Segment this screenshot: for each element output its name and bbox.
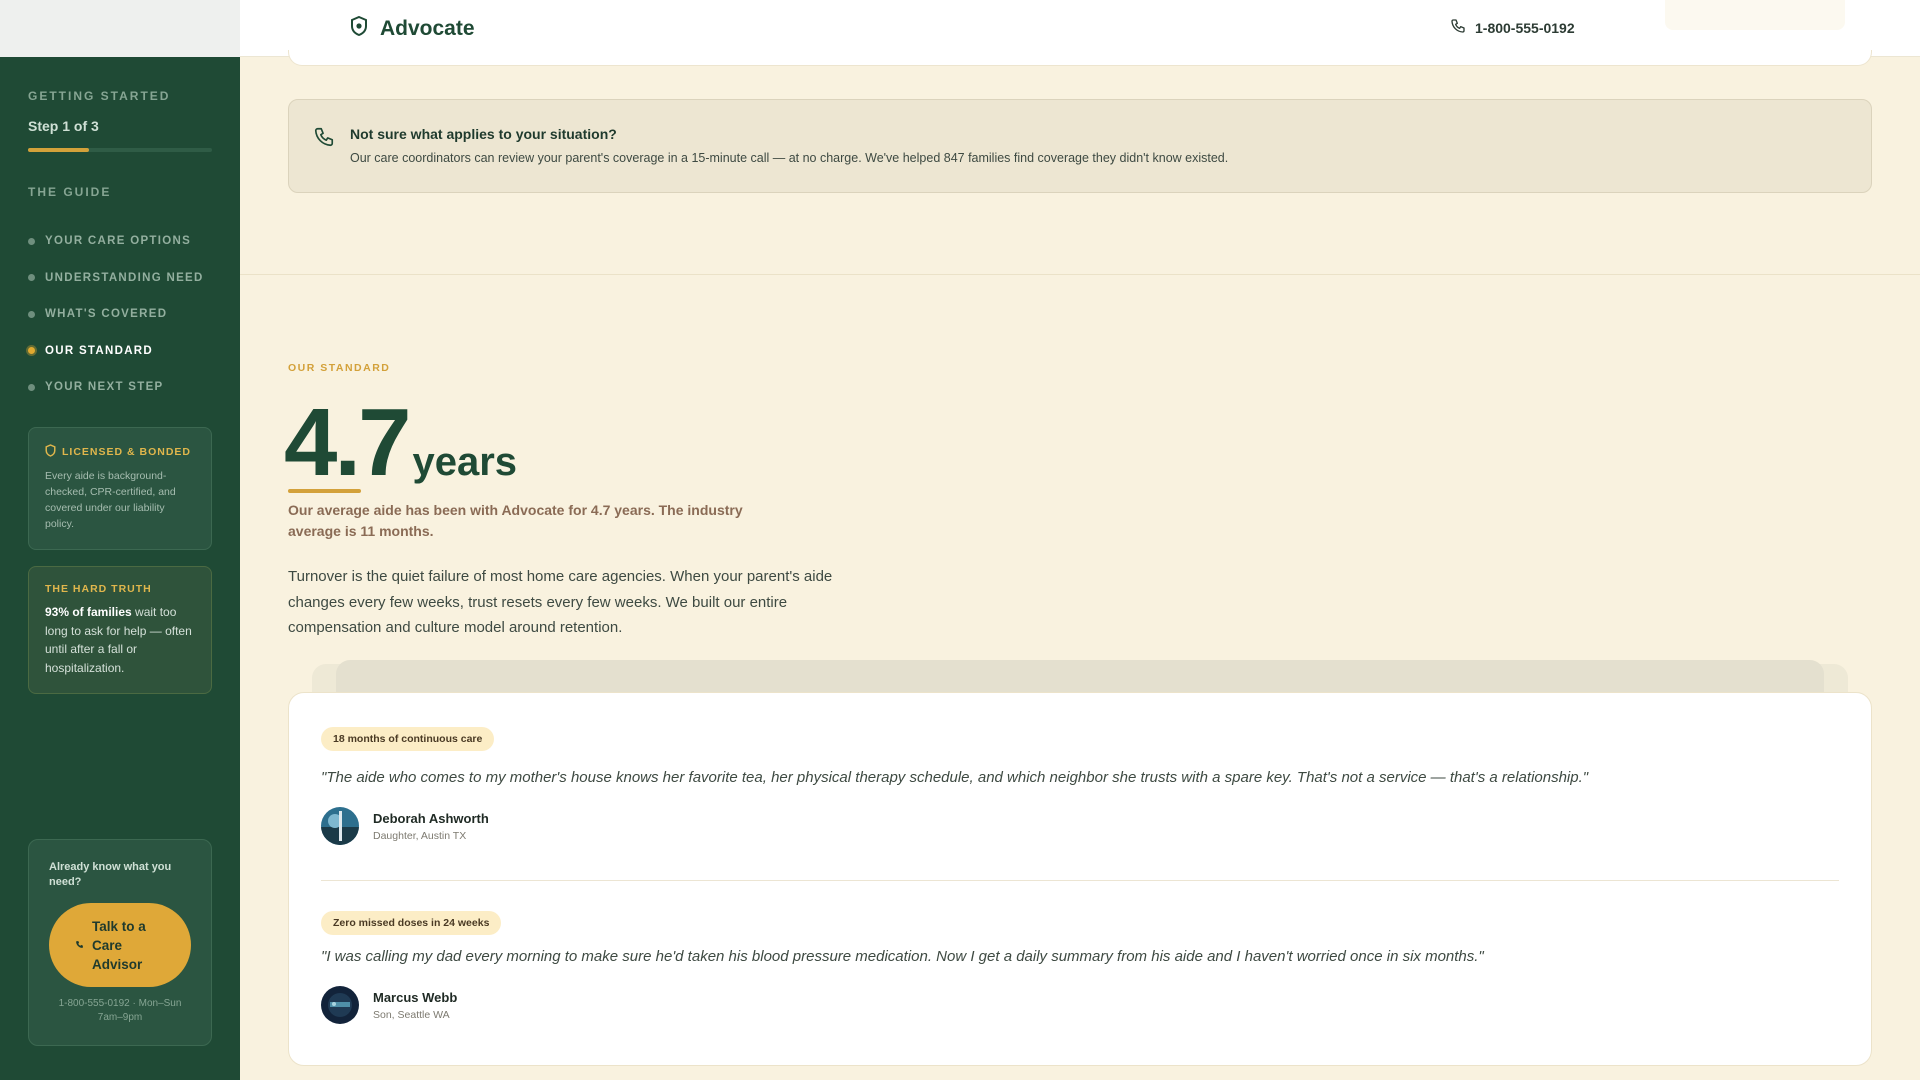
testimonial-author: Deborah Ashworth Daughter, Austin TX xyxy=(321,807,489,845)
advisor-cta-card: Already know what you need? Talk to a Ca… xyxy=(28,839,212,1046)
licensed-card: LICENSED & BONDED Every aide is backgrou… xyxy=(28,427,212,550)
sidebar-item-next-step[interactable]: YOUR NEXT STEP xyxy=(28,369,218,406)
testimonial: Zero missed doses in 24 weeks "I was cal… xyxy=(321,880,1839,1067)
step-progress-fill xyxy=(28,148,89,152)
licensed-card-heading: LICENSED & BONDED xyxy=(62,446,192,458)
sidebar-step: Step 1 of 3 xyxy=(28,118,99,134)
hard-truth-card: THE HARD TRUTH 93% of families wait too … xyxy=(28,566,212,694)
nav-dot-icon xyxy=(28,310,35,318)
hard-truth-stat: 93% of families xyxy=(45,605,132,619)
avatar xyxy=(321,986,359,1024)
sidebar-item-our-standard[interactable]: OUR STANDARD xyxy=(28,333,218,370)
brand[interactable]: Advocate xyxy=(350,15,475,41)
testimonial-quote: "The aide who comes to my mother's house… xyxy=(321,769,1589,786)
tenure-stat-value: 4.7 xyxy=(284,389,411,496)
section-divider xyxy=(240,274,1920,275)
testimonial-name: Marcus Webb xyxy=(373,989,458,1005)
sidebar-item-care-options[interactable]: YOUR CARE OPTIONS xyxy=(28,223,218,260)
testimonial-author: Marcus Webb Son, Seattle WA xyxy=(321,986,457,1024)
sidebar-item-label: UNDERSTANDING NEED xyxy=(45,271,204,284)
testimonials-card: 18 months of continuous care "The aide w… xyxy=(288,692,1872,1066)
callout-body: Our care coordinators can review your pa… xyxy=(350,151,1229,165)
sidebar-guide-heading: THE GUIDE xyxy=(28,185,112,199)
phone-icon xyxy=(75,936,84,954)
header-sidebar-cap xyxy=(0,0,240,57)
stat-caption: Our average aide has been with Advocate … xyxy=(288,502,743,539)
section-lead: Turnover is the quiet failure of most ho… xyxy=(288,568,833,636)
coverage-callout: Not sure what applies to your situation?… xyxy=(288,99,1872,193)
step-progress-bar xyxy=(28,148,212,152)
sidebar-item-label: OUR STANDARD xyxy=(45,344,154,357)
testimonial-badge: 18 months of continuous care xyxy=(321,727,495,751)
tenure-stat-unit: years xyxy=(412,440,518,484)
sidebar-item-label: YOUR CARE OPTIONS xyxy=(45,235,192,248)
nav-dot-icon xyxy=(28,383,35,391)
sidebar-eyebrow: GETTING STARTED xyxy=(28,89,171,103)
sidebar-item-label: WHAT'S COVERED xyxy=(45,308,168,321)
phone-icon xyxy=(1450,18,1466,37)
shield-icon xyxy=(45,444,56,460)
tenure-stat: 4.7 years xyxy=(284,393,517,493)
testimonial-badge: Zero missed doses in 24 weeks xyxy=(321,911,502,935)
sidebar-item-label: YOUR NEXT STEP xyxy=(45,381,164,394)
hard-truth-body: 93% of families wait too long to ask for… xyxy=(45,603,195,677)
licensed-card-title: LICENSED & BONDED xyxy=(45,444,195,460)
header-phone-link[interactable]: 1-800-555-0192 xyxy=(1450,18,1575,37)
sidebar-item-whats-covered[interactable]: WHAT'S COVERED xyxy=(28,296,218,333)
licensed-card-body: Every aide is background-checked, CPR-ce… xyxy=(45,470,176,530)
testimonial: 18 months of continuous care "The aide w… xyxy=(321,693,1839,880)
shield-logo-icon xyxy=(350,15,368,41)
guide-nav: YOUR CARE OPTIONS UNDERSTANDING NEED WHA… xyxy=(28,223,218,406)
stat-underline xyxy=(288,489,361,493)
nav-dot-active-icon xyxy=(28,347,35,355)
testimonial-role: Daughter, Austin TX xyxy=(373,829,467,842)
testimonial-name: Deborah Ashworth xyxy=(373,810,489,826)
header-faded-button[interactable] xyxy=(1665,0,1845,30)
nav-dot-icon xyxy=(28,237,35,245)
header-phone-number: 1-800-555-0192 xyxy=(1475,19,1575,36)
brand-name: Advocate xyxy=(380,16,475,40)
hard-truth-title: THE HARD TRUTH xyxy=(45,583,152,595)
callout-title: Not sure what applies to your situation? xyxy=(350,126,617,142)
top-header: Advocate 1-800-555-0192 xyxy=(0,0,1920,57)
cta-question: Already know what you need? xyxy=(49,861,172,888)
sidebar-item-understanding-need[interactable]: UNDERSTANDING NEED xyxy=(28,260,218,297)
testimonial-quote: "I was calling my dad every morning to m… xyxy=(321,948,1484,965)
cta-phone-hours: 1-800-555-0192 · Mon–Sun 7am–9pm xyxy=(58,998,182,1023)
sidebar: GETTING STARTED Step 1 of 3 THE GUIDE YO… xyxy=(0,57,240,1080)
testimonial-role: Son, Seattle WA xyxy=(373,1008,450,1021)
section-eyebrow: OUR STANDARD xyxy=(288,362,391,374)
avatar xyxy=(321,807,359,845)
talk-to-advisor-label: Talk to a Care Advisor xyxy=(92,918,146,972)
phone-icon xyxy=(313,126,335,153)
previous-card-edge xyxy=(288,50,1872,66)
nav-dot-icon xyxy=(28,274,35,282)
talk-to-advisor-button[interactable]: Talk to a Care Advisor xyxy=(49,903,191,987)
